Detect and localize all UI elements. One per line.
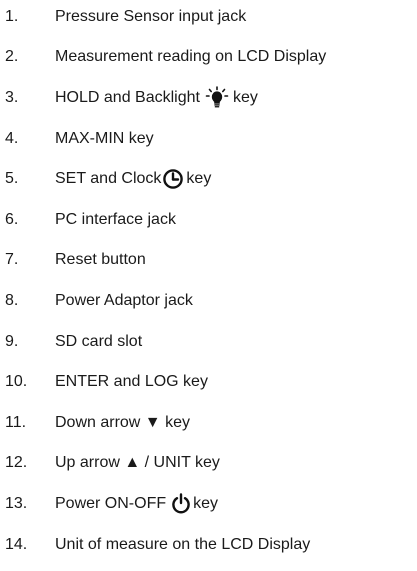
item-number: 2. — [5, 48, 19, 65]
item-text: SD card slot — [55, 333, 143, 350]
list-item-6: 6. PC interface jack — [0, 208, 176, 232]
item-text: HOLD and Backlight key — [55, 86, 258, 110]
item-text: Measurement reading on LCD Display — [55, 48, 327, 65]
item-number: 3. — [5, 89, 19, 106]
list-item-14: 14. Unit of measure on the LCD Display — [0, 533, 310, 557]
item-number: 10. — [5, 373, 28, 390]
item-text-before: SET and Clock — [55, 170, 162, 187]
item-number: 7. — [5, 251, 19, 268]
power-icon — [171, 493, 191, 515]
list-item-5: 5. SET and Clock key — [0, 167, 211, 191]
list-item-8: 8. Power Adaptor jack — [0, 289, 193, 313]
item-text: Power ON-OFF key — [55, 492, 218, 516]
item-number: 1. — [5, 8, 19, 25]
list-item-1: 1. Pressure Sensor input jack — [0, 5, 246, 29]
item-text: ENTER and LOG key — [55, 373, 208, 390]
list-item-3: 3. HOLD and Backlight key — [0, 86, 258, 110]
page: { "items": [ {"number": "1.", "text": "P… — [0, 0, 417, 571]
item-text: Pressure Sensor input jack — [55, 8, 247, 25]
item-text-before: Power ON-OFF — [55, 495, 167, 512]
item-text-after: key — [186, 170, 212, 187]
list-item-2: 2. Measurement reading on LCD Display — [0, 45, 326, 69]
list-item-4: 4. MAX-MIN key — [0, 127, 154, 151]
item-number: 6. — [5, 211, 19, 228]
item-number: 4. — [5, 130, 19, 147]
clock-icon — [162, 168, 184, 190]
list-item-13: 13. Power ON-OFF key — [0, 492, 218, 516]
list-item-12: 12. Up arrow ▲ / UNIT key — [0, 451, 220, 475]
item-number: 9. — [5, 333, 19, 350]
list-item-10: 10. ENTER and LOG key — [0, 370, 208, 394]
item-text: Power Adaptor jack — [55, 292, 193, 309]
item-number: 14. — [5, 536, 28, 553]
item-number: 13. — [5, 495, 28, 512]
item-text: PC interface jack — [55, 211, 176, 228]
item-text: Up arrow ▲ / UNIT key — [55, 454, 220, 471]
item-text: SET and Clock key — [55, 167, 211, 191]
item-text: Unit of measure on the LCD Display — [55, 536, 311, 553]
item-number: 5. — [5, 170, 19, 187]
item-number: 8. — [5, 292, 19, 309]
list-item-11: 11. Down arrow ▼ key — [0, 411, 190, 435]
item-number: 12. — [5, 454, 28, 471]
item-text-after: key — [193, 495, 219, 512]
backlight-bulb-icon — [205, 86, 229, 110]
item-text: Reset button — [55, 251, 146, 268]
list-item-9: 9. SD card slot — [0, 330, 142, 354]
item-text-before: HOLD and Backlight — [55, 89, 200, 106]
list-item-7: 7. Reset button — [0, 248, 146, 272]
item-number: 11. — [5, 414, 27, 431]
item-text: MAX-MIN key — [55, 130, 154, 147]
item-text-after: key — [232, 89, 258, 106]
item-text: Down arrow ▼ key — [55, 414, 190, 431]
